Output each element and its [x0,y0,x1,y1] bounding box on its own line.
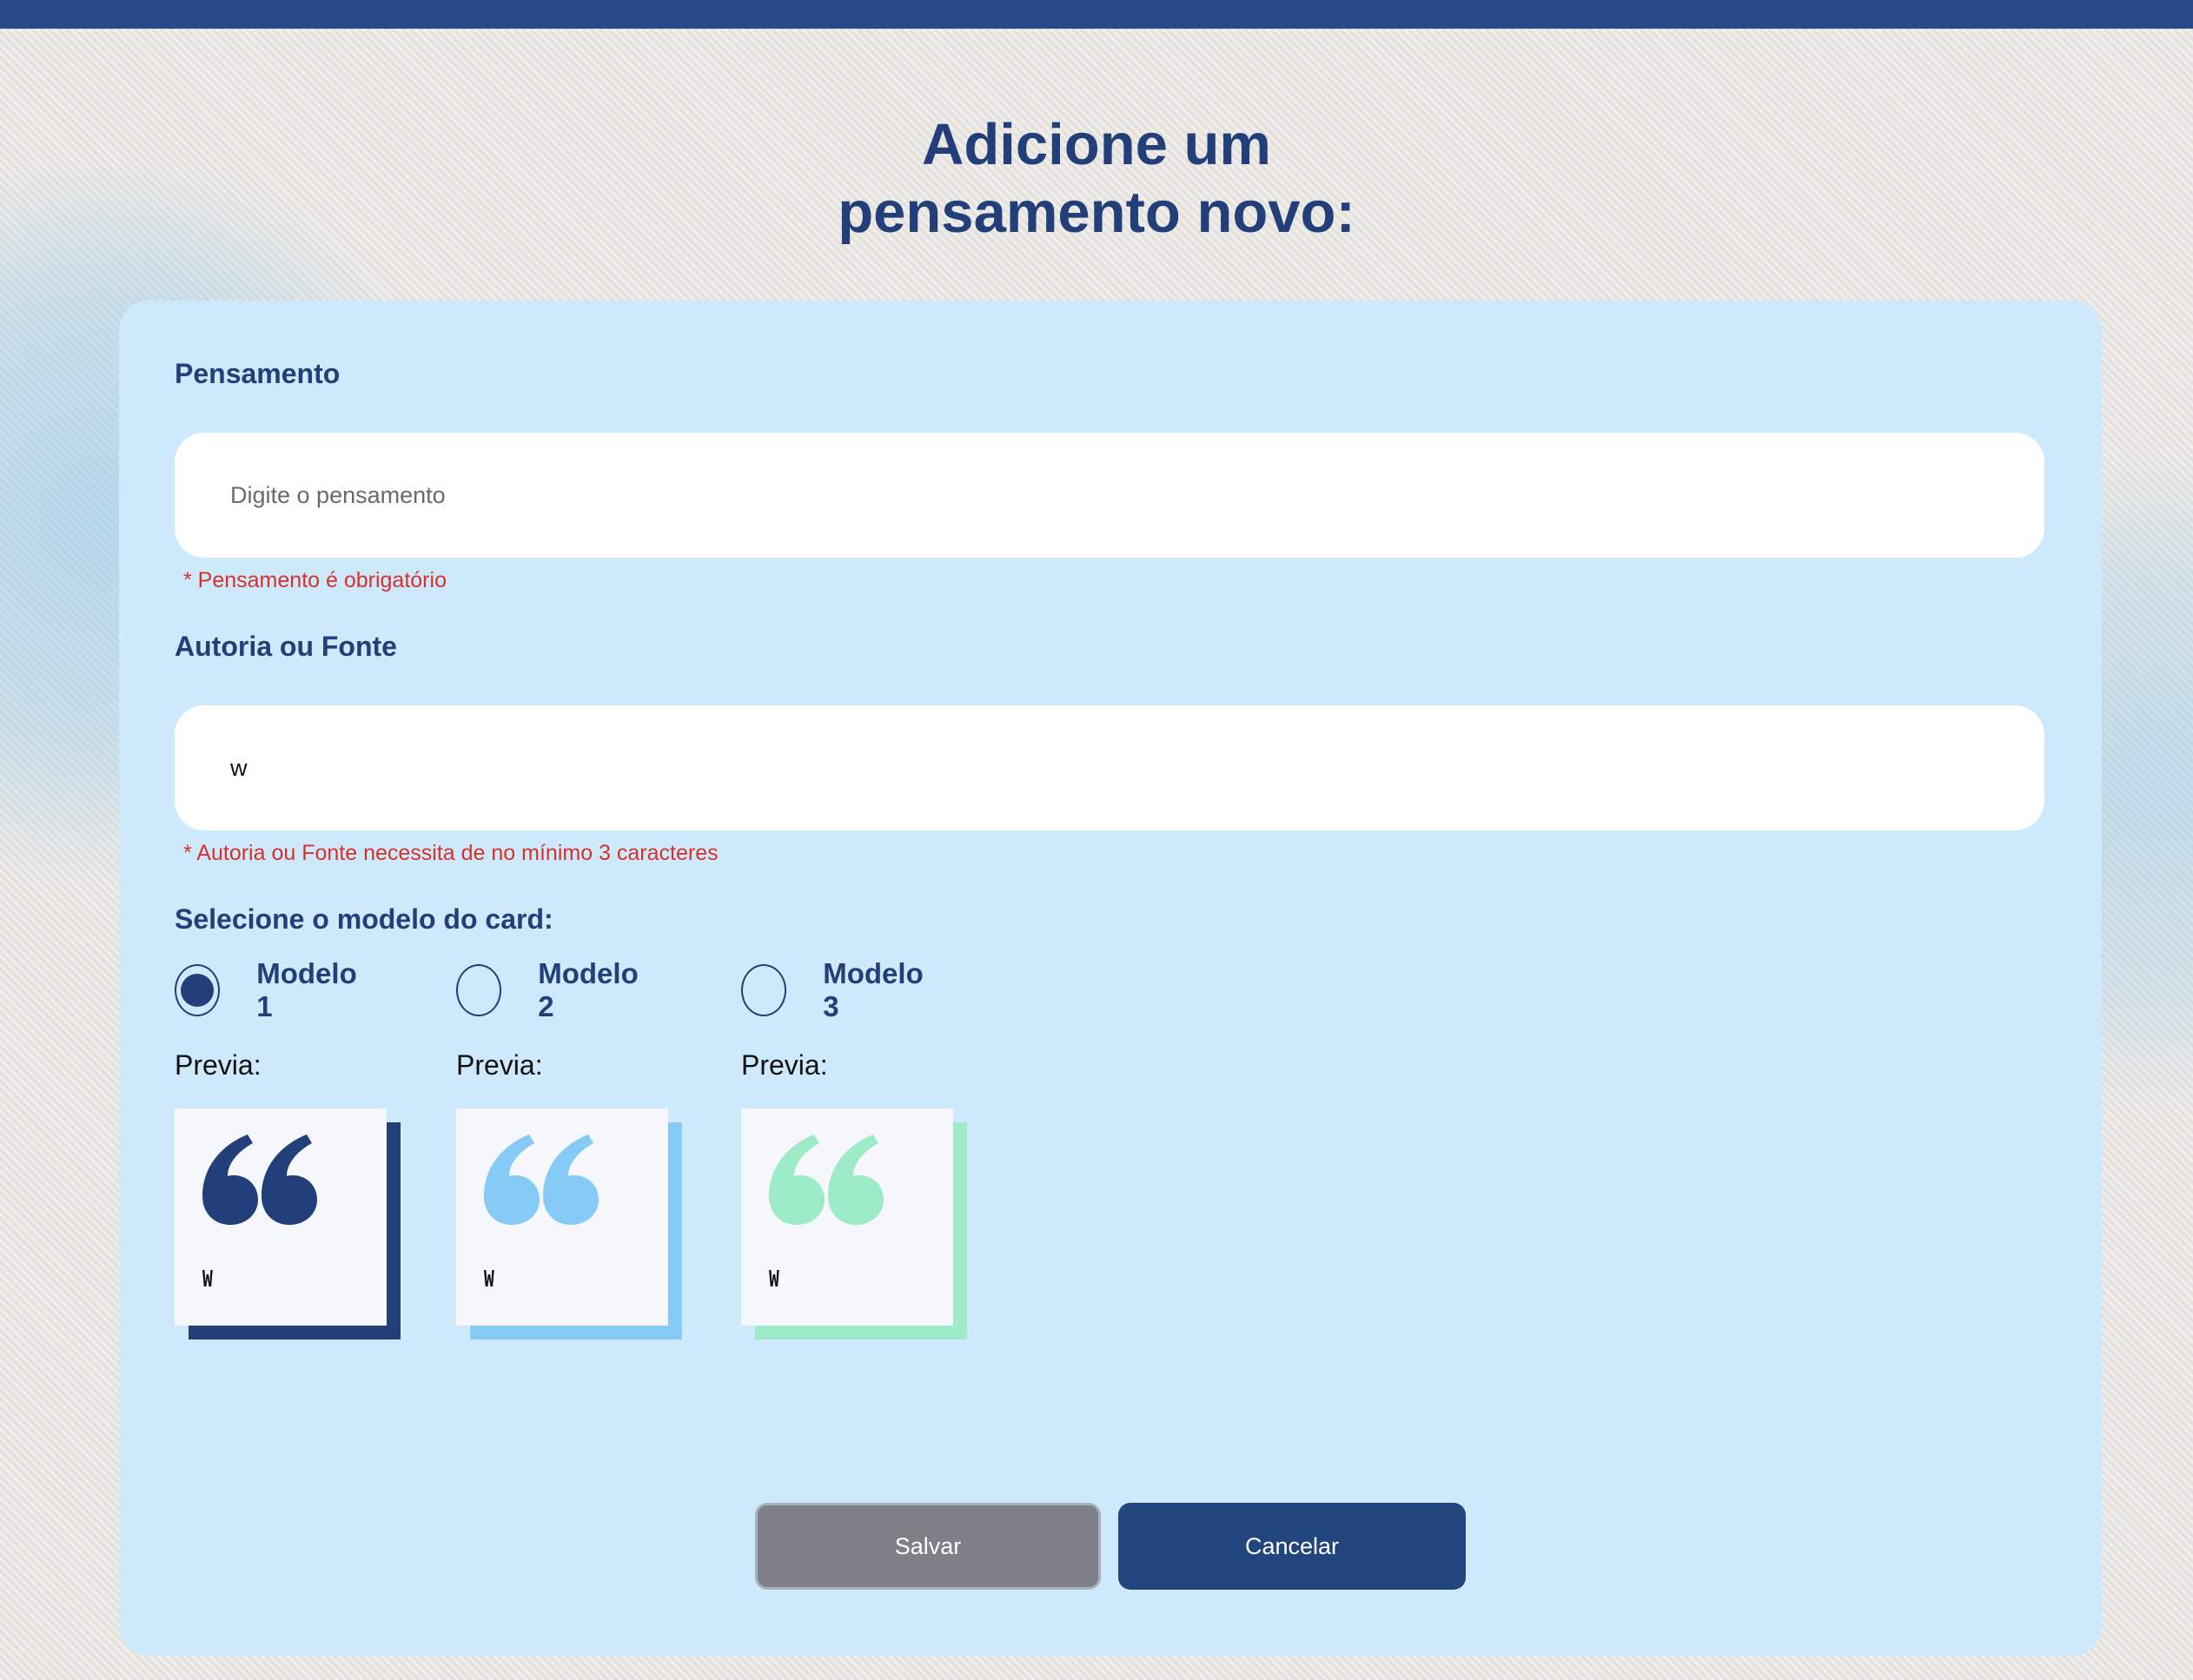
save-button[interactable]: Salvar [755,1503,1101,1590]
author-input[interactable]: w [175,705,2044,830]
author-error: * Autoria ou Fonte necessita de no mínim… [183,841,719,865]
top-bar [0,0,2193,29]
thought-input[interactable]: Digite o pensamento [175,433,2044,558]
thought-input-placeholder: Digite o pensamento [230,481,446,508]
page-title-line-2: pensamento novo: [838,180,1355,245]
page-title: Adicione um pensamento novo: [0,111,2193,247]
author-label: Autoria ou Fonte [175,631,397,662]
card: W [175,1108,387,1326]
card-author: W [769,1267,779,1293]
radio-button[interactable] [175,964,221,1016]
card: W [741,1108,953,1326]
quote-icon [202,1134,317,1225]
radio-label[interactable]: Modelo 2 [538,957,645,1023]
card-preview-2: W [456,1108,684,1339]
author-input-value: w [230,754,248,781]
radio-button[interactable] [741,964,787,1016]
radio-label[interactable]: Modelo 3 [823,957,930,1023]
preview-label: Previa: [456,1049,543,1081]
thought-error: * Pensamento é obrigatório [183,568,447,592]
page-title-line-1: Adicione um [921,112,1272,177]
card: W [456,1108,668,1326]
card-author: W [484,1267,494,1293]
card-preview-1: W [175,1108,402,1339]
quote-icon [484,1134,599,1225]
card-model-label: Selecione o modelo do card: [175,903,553,935]
preview-label: Previa: [741,1049,828,1081]
thought-form: Pensamento Digite o pensamento * Pensame… [119,301,2102,1656]
preview-label: Previa: [175,1049,262,1081]
card-author: W [202,1267,213,1293]
thought-label: Pensamento [175,358,341,389]
radio-selected-dot [181,974,215,1007]
radio-label[interactable]: Modelo 1 [256,957,363,1023]
cancel-button[interactable]: Cancelar [1118,1503,1466,1590]
radio-button[interactable] [456,964,502,1016]
radio-modelo-3[interactable]: Modelo 3 [741,957,930,1022]
radio-modelo-1[interactable]: Modelo 1 [175,957,363,1022]
radio-modelo-2[interactable]: Modelo 2 [456,957,645,1022]
quote-icon [769,1134,884,1225]
card-preview-3: W [741,1108,969,1339]
